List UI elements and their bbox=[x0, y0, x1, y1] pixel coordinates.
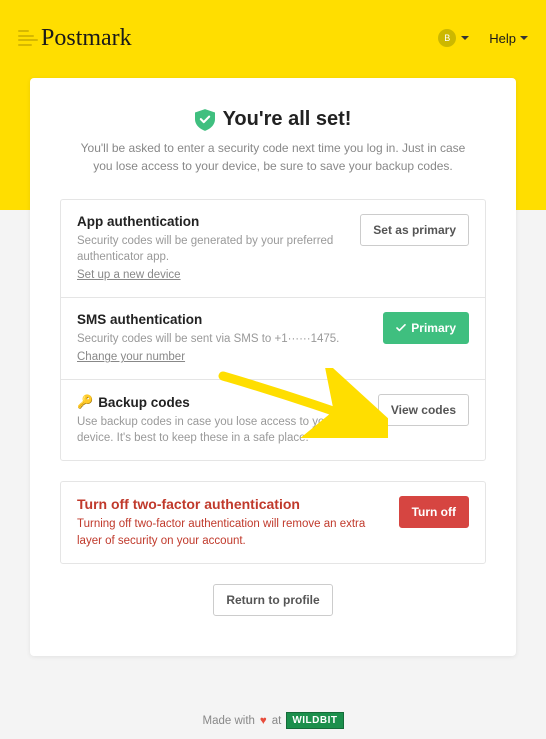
shield-check-icon bbox=[195, 109, 215, 131]
brand-name: Postmark bbox=[41, 25, 132, 52]
sms-auth-desc: Security codes will be sent via SMS to +… bbox=[77, 331, 369, 347]
wildbit-link[interactable]: WILDBIT bbox=[286, 712, 343, 729]
app-auth-title: App authentication bbox=[77, 214, 346, 229]
footer-middle: at bbox=[272, 715, 282, 727]
footer: Made with ♥ at WILDBIT bbox=[0, 712, 546, 729]
hero: You're all set! You'll be asked to enter… bbox=[60, 108, 486, 175]
footer-prefix: Made with bbox=[203, 715, 255, 727]
turn-off-button[interactable]: Turn off bbox=[399, 496, 469, 528]
help-label: Help bbox=[489, 31, 516, 46]
brand-logo[interactable]: Postmark bbox=[18, 25, 132, 52]
chevron-down-icon bbox=[461, 36, 469, 40]
turn-off-2fa-desc: Turning off two-factor authentication wi… bbox=[77, 516, 385, 548]
sms-auth-section: SMS authentication Security codes will b… bbox=[61, 297, 485, 379]
key-icon: 🔑 bbox=[77, 394, 93, 410]
chevron-down-icon bbox=[520, 36, 528, 40]
change-number-link[interactable]: Change your number bbox=[77, 351, 185, 363]
help-menu[interactable]: Help bbox=[489, 31, 528, 46]
danger-panel: Turn off two-factor authentication Turni… bbox=[60, 481, 486, 563]
header: Postmark B Help bbox=[0, 0, 546, 58]
set-as-primary-button[interactable]: Set as primary bbox=[360, 214, 469, 246]
sms-auth-title: SMS authentication bbox=[77, 312, 369, 327]
backup-codes-desc: Use backup codes in case you lose access… bbox=[77, 414, 364, 446]
backup-codes-title: Backup codes bbox=[98, 395, 190, 410]
page-subtitle: You'll be asked to enter a security code… bbox=[73, 139, 473, 175]
view-codes-button[interactable]: View codes bbox=[378, 394, 469, 426]
app-auth-desc: Security codes will be generated by your… bbox=[77, 233, 346, 265]
setup-new-device-link[interactable]: Set up a new device bbox=[77, 269, 181, 281]
primary-badge-label: Primary bbox=[411, 321, 456, 335]
backup-codes-section: 🔑 Backup codes Use backup codes in case … bbox=[61, 379, 485, 460]
heart-icon: ♥ bbox=[260, 715, 267, 727]
logo-lines-icon bbox=[18, 30, 38, 46]
avatar: B bbox=[438, 29, 456, 47]
check-icon bbox=[396, 324, 406, 332]
app-auth-section: App authentication Security codes will b… bbox=[61, 200, 485, 297]
turn-off-2fa-title: Turn off two-factor authentication bbox=[77, 496, 385, 512]
primary-badge: Primary bbox=[383, 312, 469, 344]
page-title: You're all set! bbox=[223, 108, 352, 131]
account-menu[interactable]: B bbox=[438, 29, 469, 47]
return-to-profile-button[interactable]: Return to profile bbox=[213, 584, 332, 616]
main-card: You're all set! You'll be asked to enter… bbox=[30, 78, 516, 656]
auth-methods-panel: App authentication Security codes will b… bbox=[60, 199, 486, 461]
